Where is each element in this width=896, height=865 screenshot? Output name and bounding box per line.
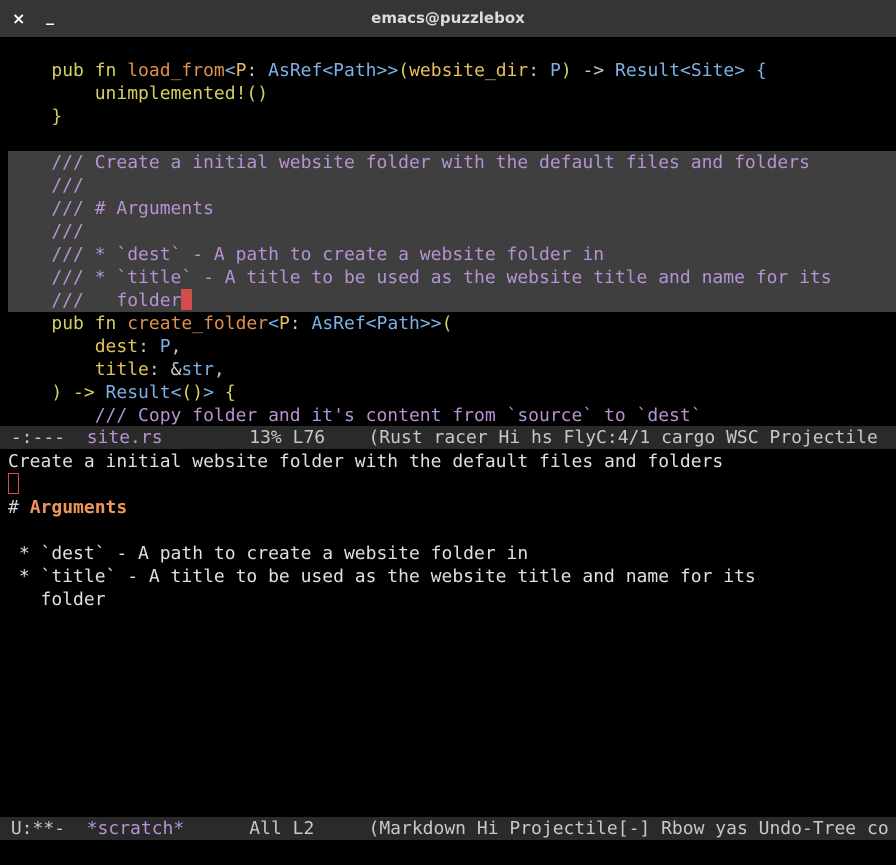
window-titlebar: × _ emacs@puzzlebox [0,0,896,37]
major-minor-modes[interactable]: (Markdown Hi Projectile[-] Rbow yas Undo… [368,818,888,839]
text-cursor [181,289,193,310]
code-line: title: &str, [94,359,225,380]
doc-comment-line: /// * `dest` - A path to create a websit… [8,243,896,266]
doc-comment-line: /// folder [8,289,896,312]
doc-comment-line: /// * `title` - A title to be used as th… [8,266,896,289]
code-line: dest: P, [94,336,182,357]
buffer-status: U:**- [0,818,87,839]
code-line: ) -> Result<()> { [51,382,236,403]
list-item: * `dest` - A path to create a website fo… [8,543,529,564]
code-line: pub fn load_from<P: AsRef<Path>>(website… [51,60,767,81]
doc-comment-line: /// Copy folder and it's content from `s… [8,405,702,426]
mode-line-top[interactable]: -:--- site.rs 13% L76 (Rust racer Hi hs … [0,426,896,449]
window-title: emacs@puzzlebox [371,9,525,27]
list-item: folder [8,589,106,610]
buffer-name[interactable]: site.rs [87,427,163,448]
code-line: pub fn create_folder<P: AsRef<Path>>( [51,313,453,334]
scratch-line [8,473,896,496]
code-line: } [51,106,63,127]
doc-comment-line: /// [8,220,896,243]
scratch-buffer-pane[interactable]: Create a initial website folder with the… [8,449,896,817]
buffer-position: 13% L76 [162,427,369,448]
rust-editor-pane[interactable]: pub fn load_from<P: AsRef<Path>>(website… [8,37,896,426]
scratch-line: Create a initial website folder with the… [8,451,724,472]
doc-comment-line: /// # Arguments [8,197,896,220]
doc-comment-line: /// [8,174,896,197]
markdown-heading: # Arguments [8,497,128,518]
text-cursor [8,473,19,494]
mode-line-bottom[interactable]: U:**- *scratch* All L2 (Markdown Hi Proj… [0,817,896,840]
buffer-status: -:--- [0,427,87,448]
doc-comment-line: /// Create a initial website folder with… [8,151,896,174]
buffer-name[interactable]: *scratch* [87,818,185,839]
code-line: unimplemented!() [94,83,269,104]
list-item: * `title` - A title to be used as the we… [8,566,756,587]
buffer-position: All L2 [184,818,369,839]
major-minor-modes[interactable]: (Rust racer Hi hs FlyC:4/1 cargo WSC Pro… [368,427,877,448]
